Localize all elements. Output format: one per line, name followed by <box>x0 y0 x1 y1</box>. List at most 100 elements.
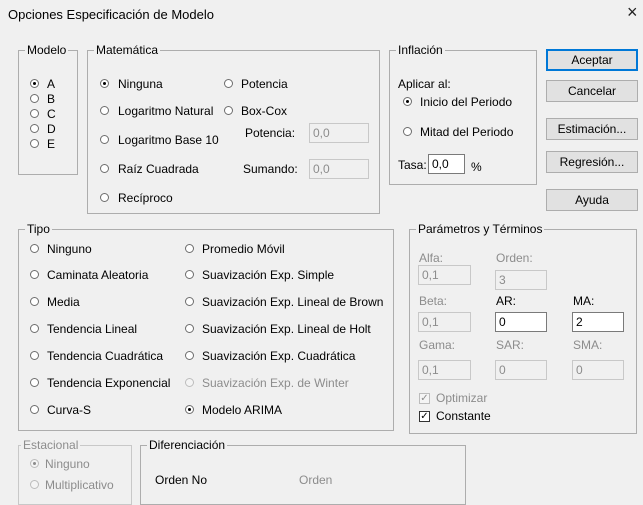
constante-checkbox[interactable]: ✓ <box>419 411 430 422</box>
tipo-legend: Tipo <box>25 222 52 236</box>
cancelar-button[interactable]: Cancelar <box>546 80 638 102</box>
parametros-legend: Parámetros y Términos <box>416 222 545 236</box>
radio-label: Tendencia Cuadrática <box>47 349 164 363</box>
radio-mitad-periodo[interactable] <box>403 127 412 136</box>
radio-curva-s[interactable] <box>30 405 39 414</box>
radio-box-cox[interactable] <box>224 106 233 115</box>
radio-tendencia-cuadratica[interactable] <box>30 351 39 360</box>
diferenciacion-group: Diferenciación Orden No Orden <box>140 438 466 505</box>
tasa-unit: % <box>471 160 482 174</box>
radio-estacional-multiplicativo[interactable] <box>30 480 39 489</box>
orden-label: Orden: <box>496 251 533 265</box>
radio-suav-exp-holt[interactable] <box>185 324 194 333</box>
radio-promedio-movil[interactable] <box>185 244 194 253</box>
radio-label: Inicio del Periodo <box>420 95 513 109</box>
radio-raiz-cuadrada[interactable] <box>100 164 109 173</box>
ar-label: AR: <box>496 294 517 308</box>
radio-modelo-e[interactable] <box>30 139 39 148</box>
ayuda-button[interactable]: Ayuda <box>546 189 638 211</box>
radio-label: Logaritmo Natural <box>118 104 214 118</box>
radio-estacional-ninguno[interactable] <box>30 459 39 468</box>
sumando-field[interactable]: 0,0 <box>309 159 369 179</box>
radio-logaritmo-base-10[interactable] <box>100 135 109 144</box>
radio-label: Media <box>47 295 80 309</box>
beta-label: Beta: <box>419 294 448 308</box>
radio-suav-exp-brown[interactable] <box>185 297 194 306</box>
radio-inicio-periodo[interactable] <box>403 97 412 106</box>
tasa-field[interactable]: 0,0 <box>428 154 465 174</box>
radio-ninguna[interactable] <box>100 79 109 88</box>
estacional-legend: Estacional <box>21 438 81 452</box>
diferenciacion-legend: Diferenciación <box>147 438 228 452</box>
radio-caminata-aleatoria[interactable] <box>30 270 39 279</box>
radio-reciproco[interactable] <box>100 193 109 202</box>
radio-label: A <box>47 77 56 91</box>
radio-label: Suavización Exp. Cuadrática <box>202 349 356 363</box>
modelo-legend: Modelo <box>25 43 69 57</box>
radio-modelo-c[interactable] <box>30 109 39 118</box>
radio-media[interactable] <box>30 297 39 306</box>
inflacion-group: Inflación Aplicar al: Inicio del Periodo… <box>389 43 537 185</box>
radio-label: Tendencia Exponencial <box>47 376 171 390</box>
beta-field[interactable]: 0,1 <box>418 312 471 332</box>
tasa-label: Tasa: <box>398 158 427 172</box>
radio-label: Multiplicativo <box>45 478 114 492</box>
ma-field[interactable]: 2 <box>572 312 624 332</box>
sumando-label: Sumando: <box>243 162 298 176</box>
radio-label: Raíz Cuadrada <box>118 162 199 176</box>
sma-field[interactable]: 0 <box>572 360 624 380</box>
radio-modelo-arima[interactable] <box>185 405 194 414</box>
radio-modelo-a[interactable] <box>30 79 39 88</box>
radio-tendencia-exponencial[interactable] <box>30 378 39 387</box>
sar-field[interactable]: 0 <box>495 360 547 380</box>
constante-label: Constante <box>436 409 491 423</box>
radio-label: Caminata Aleatoria <box>47 268 149 282</box>
radio-label: Suavización Exp. Lineal de Holt <box>202 322 371 336</box>
aplicar-label: Aplicar al: <box>398 77 451 91</box>
orden-no-label: Orden No <box>155 473 208 487</box>
radio-suav-exp-simple[interactable] <box>185 270 194 279</box>
radio-label: Ninguno <box>47 242 92 256</box>
ma-label: MA: <box>573 294 595 308</box>
alfa-field[interactable]: 0,1 <box>418 265 471 285</box>
potencia-label: Potencia: <box>245 126 296 140</box>
gama-label: Gama: <box>419 338 456 352</box>
close-icon[interactable]: × <box>627 3 638 21</box>
radio-tipo-ninguno[interactable] <box>30 244 39 253</box>
optimizar-checkbox[interactable]: ✓ <box>419 393 430 404</box>
orden-field[interactable]: 3 <box>495 270 547 290</box>
radio-label: Potencia <box>241 77 288 91</box>
radio-logaritmo-natural[interactable] <box>100 106 109 115</box>
radio-label: Suavización Exp. de Winter <box>202 376 349 390</box>
radio-label: E <box>47 137 56 151</box>
radio-tendencia-lineal[interactable] <box>30 324 39 333</box>
estimacion-button[interactable]: Estimación... <box>546 118 638 140</box>
sar-label: SAR: <box>496 338 525 352</box>
radio-suav-exp-cuadratica[interactable] <box>185 351 194 360</box>
window-title: Opciones Especificación de Modelo <box>8 7 214 22</box>
radio-label: Suavización Exp. Simple <box>202 268 335 282</box>
radio-potencia[interactable] <box>224 79 233 88</box>
radio-label: D <box>47 122 56 136</box>
tipo-group: Tipo Ninguno Caminata Aleatoria Media Te… <box>18 222 394 431</box>
radio-label: B <box>47 92 56 106</box>
radio-label: Mitad del Periodo <box>420 125 514 139</box>
radio-label: Ninguno <box>45 457 90 471</box>
orden-label: Orden <box>299 473 333 487</box>
radio-modelo-b[interactable] <box>30 94 39 103</box>
regresion-button[interactable]: Regresión... <box>546 151 638 173</box>
parametros-group: Parámetros y Términos Alfa: Orden: 0,1 3… <box>409 222 637 434</box>
radio-label: Logaritmo Base 10 <box>118 133 219 147</box>
radio-label: Curva-S <box>47 403 92 417</box>
potencia-field[interactable]: 0,0 <box>309 123 369 143</box>
gama-field[interactable]: 0,1 <box>418 360 471 380</box>
radio-suav-exp-winter[interactable] <box>185 378 194 387</box>
alfa-label: Alfa: <box>419 251 444 265</box>
inflacion-legend: Inflación <box>396 43 445 57</box>
ar-field[interactable]: 0 <box>495 312 547 332</box>
radio-label: Recíproco <box>118 191 173 205</box>
aceptar-button[interactable]: Aceptar <box>546 49 638 71</box>
radio-modelo-d[interactable] <box>30 124 39 133</box>
radio-label: Ninguna <box>118 77 163 91</box>
radio-label: C <box>47 107 56 121</box>
